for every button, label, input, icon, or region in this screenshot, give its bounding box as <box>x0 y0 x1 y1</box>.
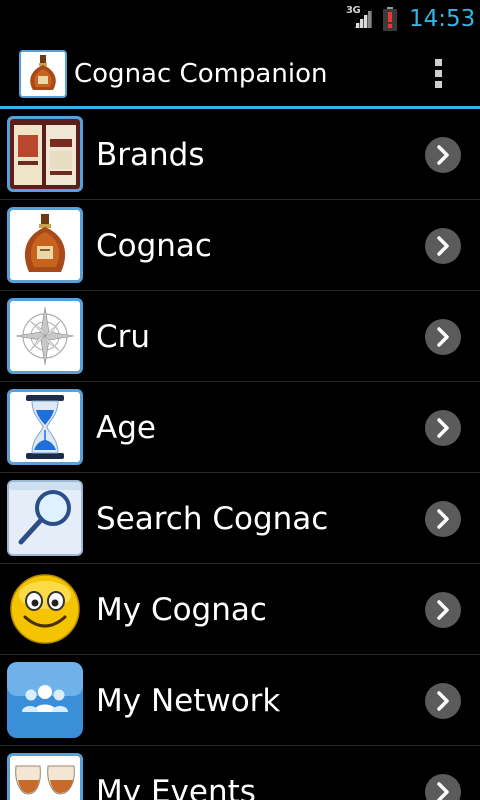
battery-alert-icon <box>383 7 397 31</box>
hourglass-icon <box>7 389 83 465</box>
people-icon <box>7 662 83 738</box>
chevron-right-icon[interactable] <box>425 683 461 719</box>
list-item-search-cognac[interactable]: Search Cognac <box>0 473 480 564</box>
compass-rose-icon <box>7 298 83 374</box>
list-item-cognac[interactable]: Cognac <box>0 200 480 291</box>
list-item-age[interactable]: Age <box>0 382 480 473</box>
magnifier-icon <box>7 480 83 556</box>
app-logo[interactable] <box>19 50 67 98</box>
list-item-label: Brands <box>96 137 205 173</box>
chevron-right-icon[interactable] <box>425 228 461 264</box>
list-item-label: My Events <box>96 774 256 800</box>
list-item-label: Cognac <box>96 228 212 264</box>
chevron-right-icon[interactable] <box>425 774 461 800</box>
chevron-right-icon[interactable] <box>425 137 461 173</box>
list-item-my-network[interactable]: My Network <box>0 655 480 746</box>
status-bar: 3G 14:53 <box>0 0 480 38</box>
chevron-right-icon[interactable] <box>425 410 461 446</box>
list-item-my-events[interactable]: My Events <box>0 746 480 800</box>
overflow-menu-icon[interactable] <box>428 56 448 92</box>
list-item-brands[interactable]: Brands <box>0 109 480 200</box>
signal-icon <box>354 10 372 28</box>
cognac-bottle-icon <box>7 207 83 283</box>
chevron-right-icon[interactable] <box>425 501 461 537</box>
smiley-icon <box>7 571 83 647</box>
clock: 14:53 <box>409 6 476 32</box>
list-item-label: Age <box>96 410 156 446</box>
action-bar: Cognac Companion <box>0 38 480 106</box>
glasses-icon <box>7 753 83 800</box>
menu-list: Brands Cognac Cru Age Search Cognac My C… <box>0 109 480 800</box>
list-item-label: Search Cognac <box>96 501 329 537</box>
bottles-icon <box>7 116 83 192</box>
list-item-label: My Network <box>96 683 281 719</box>
list-item-cru[interactable]: Cru <box>0 291 480 382</box>
list-item-label: My Cognac <box>96 592 267 628</box>
cognac-bottle-icon <box>30 55 56 90</box>
list-item-my-cognac[interactable]: My Cognac <box>0 564 480 655</box>
chevron-right-icon[interactable] <box>425 319 461 355</box>
app-title: Cognac Companion <box>74 59 328 89</box>
chevron-right-icon[interactable] <box>425 592 461 628</box>
list-item-label: Cru <box>96 319 151 355</box>
